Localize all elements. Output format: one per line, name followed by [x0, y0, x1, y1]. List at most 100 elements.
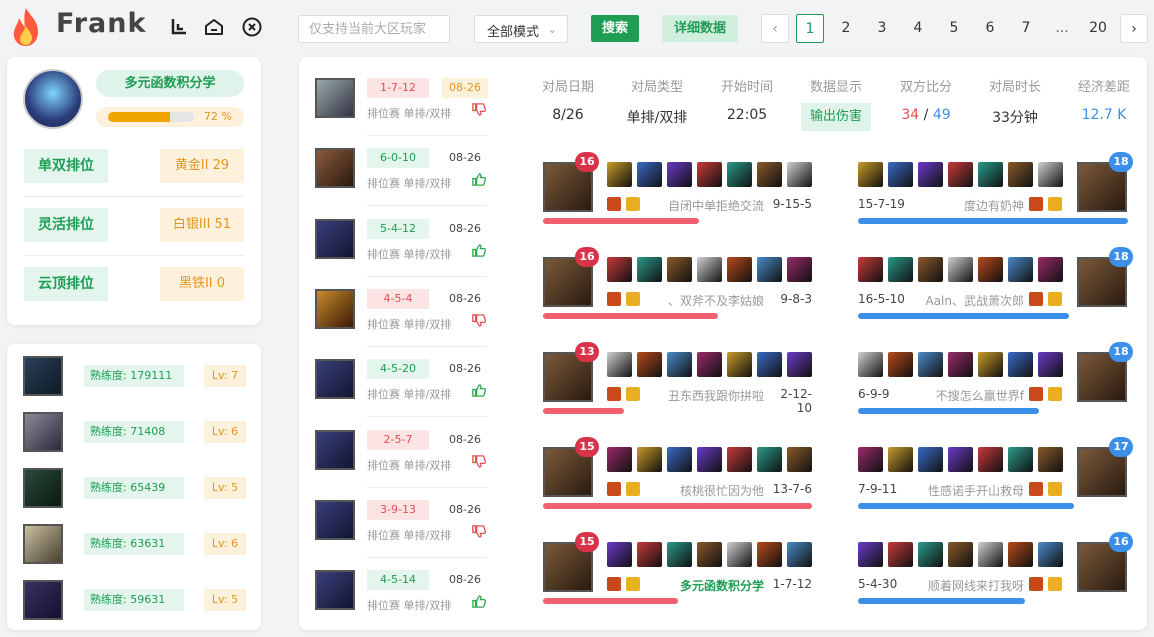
champion-level: Lv: 5 — [204, 477, 246, 499]
item-icon — [888, 162, 913, 187]
champion-proficiency: 熟练度: 71408 — [84, 421, 184, 443]
match-champion-icon — [315, 499, 355, 540]
item-icon — [918, 162, 943, 187]
champion-proficiency: 熟练度: 65439 — [84, 477, 184, 499]
level-progress-fill — [108, 112, 170, 122]
damage-bar — [543, 218, 699, 224]
player-level-badge: 15 — [575, 437, 599, 457]
item-icon — [787, 257, 812, 282]
thumb-up-icon — [471, 383, 487, 402]
damage-bar — [543, 503, 812, 509]
summoner-spell-icon — [626, 292, 640, 306]
collapse-icon[interactable] — [168, 16, 190, 38]
player-name[interactable]: 性感诺手开山救母 — [908, 482, 1024, 499]
score-red: 34 — [901, 107, 920, 123]
match-divider — [367, 345, 487, 347]
item-icon — [918, 352, 943, 377]
match-champion-icon — [315, 429, 355, 470]
champion-proficiency: 熟练度: 179111 — [84, 365, 184, 387]
page-5[interactable]: 5 — [940, 14, 968, 43]
summoner-spell-icon — [1029, 292, 1043, 306]
item-icon — [918, 447, 943, 472]
stat-header: 对局类型 — [630, 80, 683, 95]
item-icon — [637, 447, 662, 472]
item-icon — [607, 447, 632, 472]
player-name[interactable]: 多元函数积分学 — [646, 577, 764, 594]
summoner-spell-icon — [1029, 577, 1043, 591]
match-type: 排位赛 单排/双排 — [367, 247, 452, 261]
page-3[interactable]: 3 — [868, 14, 896, 43]
stat-gold-diff: 12.7 K — [1081, 107, 1127, 123]
player-kda: 5-4-30 — [858, 577, 898, 591]
player-name[interactable]: 顺着网线来打我呀 — [908, 577, 1024, 594]
champion-proficiency: 熟练度: 59631 — [84, 589, 184, 611]
divider — [24, 255, 244, 256]
item-icon — [757, 447, 782, 472]
item-icon — [918, 542, 943, 567]
next-page-button[interactable]: › — [1120, 14, 1148, 43]
match-divider — [367, 275, 487, 277]
item-icon — [637, 352, 662, 377]
match-kda: 6-0-10 — [367, 148, 429, 169]
page-4[interactable]: 4 — [904, 14, 932, 43]
item-icon — [667, 542, 692, 567]
player-name[interactable]: 自闭中单拒绝交流 — [646, 197, 764, 214]
page-20[interactable]: 20 — [1084, 14, 1112, 43]
player-level-badge: 18 — [1109, 152, 1133, 172]
stat-header: 开始时间 — [720, 80, 773, 95]
player-name[interactable]: 核桃很忙因为他 — [646, 482, 764, 499]
player-kda: 15-7-19 — [858, 197, 905, 211]
match-champion-icon — [315, 148, 355, 189]
item-icon — [757, 257, 782, 282]
match-date: 08-26 — [442, 78, 488, 98]
summoner-spell-icon — [1029, 387, 1043, 401]
mode-select[interactable]: 全部模式 ⌄ — [474, 15, 568, 43]
summoner-spell-icon — [1029, 482, 1043, 496]
summoner-spell-icon — [607, 577, 621, 591]
page-1[interactable]: 1 — [796, 14, 824, 43]
player-name[interactable]: 不搜怎么赢世界f — [908, 387, 1024, 404]
prev-page-button[interactable]: ‹ — [761, 14, 789, 43]
player-kda: 9-15-5 — [772, 197, 812, 211]
item-icon — [948, 447, 973, 472]
summoner-spell-icon — [607, 197, 621, 211]
match-date: 08-26 — [449, 573, 481, 587]
chevron-down-icon: ⌄ — [547, 23, 557, 36]
item-icon — [607, 542, 632, 567]
detail-data-button[interactable]: 详细数据 — [662, 15, 738, 42]
summoner-spell-icon — [626, 577, 640, 591]
page-7[interactable]: 7 — [1012, 14, 1040, 43]
page-6[interactable]: 6 — [976, 14, 1004, 43]
champion-proficiency: 熟练度: 63631 — [84, 533, 184, 555]
item-icon — [858, 352, 883, 377]
item-icon — [858, 257, 883, 282]
damage-bar — [858, 218, 1128, 224]
player-name[interactable]: 、双斧不及李姑娘 — [646, 292, 764, 309]
stat-type: 单排/双排 — [626, 110, 688, 126]
close-icon[interactable] — [241, 16, 263, 38]
search-input[interactable] — [298, 15, 450, 43]
item-icon — [697, 257, 722, 282]
item-icon — [637, 257, 662, 282]
player-level-badge: 13 — [575, 342, 599, 362]
item-icon — [1038, 162, 1063, 187]
match-date: 08-26 — [449, 221, 481, 235]
level-progress-text: 72 % — [204, 110, 232, 123]
page-2[interactable]: 2 — [832, 14, 860, 43]
player-name[interactable]: 丑东西我跟你拼啦 — [646, 387, 764, 404]
player-level-badge: 16 — [1109, 532, 1133, 552]
item-icon — [727, 447, 752, 472]
item-icon — [1038, 447, 1063, 472]
search-button[interactable]: 搜索 — [591, 15, 639, 42]
item-icon — [667, 352, 692, 377]
match-kda: 2-5-7 — [367, 429, 429, 450]
player-kda: 2-12-10 — [780, 387, 812, 415]
summoner-spell-icon — [1048, 292, 1062, 306]
player-name[interactable]: 度边有奶神 — [908, 197, 1024, 214]
player-name[interactable]: Aaln、武战萧次郎 — [908, 292, 1024, 309]
home-icon[interactable] — [203, 16, 225, 38]
rank-value-tft: 黑铁II 0 — [160, 267, 244, 301]
damage-display-tab[interactable]: 输出伤害 — [801, 103, 871, 131]
page-ellipsis[interactable]: ... — [1048, 14, 1076, 43]
player-kda: 16-5-10 — [858, 292, 905, 306]
